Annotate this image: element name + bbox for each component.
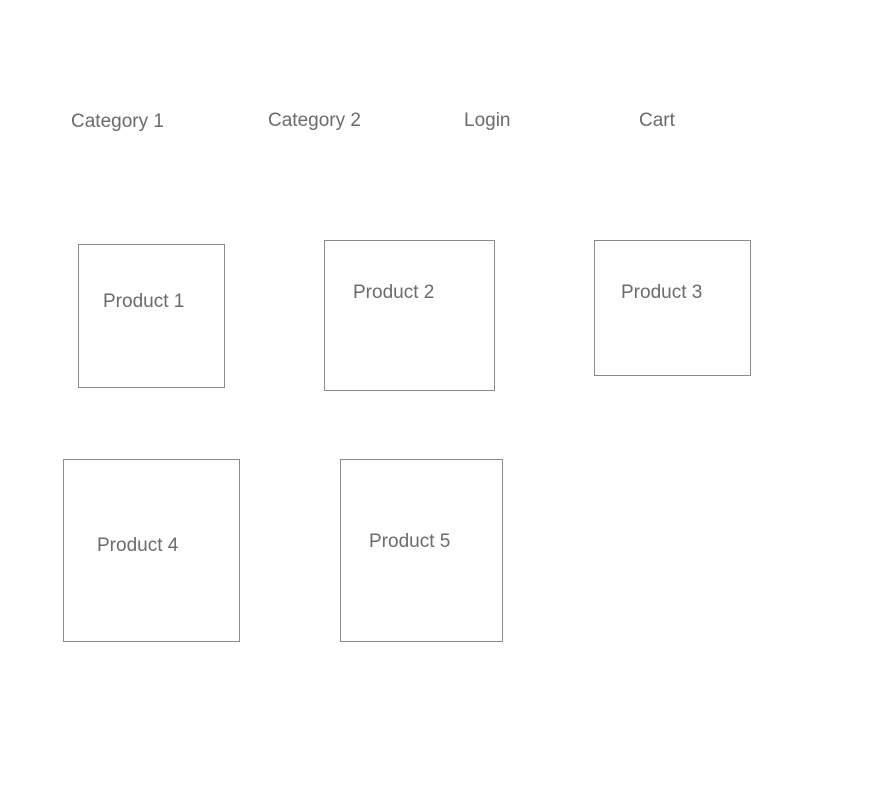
product-card-5[interactable]: Product 5: [340, 459, 503, 642]
product-card-label: Product 4: [97, 535, 179, 556]
product-card-label: Product 2: [353, 282, 435, 303]
product-card-3[interactable]: Product 3: [594, 240, 751, 376]
product-card-2[interactable]: Product 2: [324, 240, 495, 391]
product-card-label: Product 3: [621, 282, 703, 303]
nav-link-category-1[interactable]: Category 1: [71, 111, 164, 133]
product-card-label: Product 5: [369, 531, 451, 552]
nav-link-cart[interactable]: Cart: [639, 110, 675, 132]
product-card-label: Product 1: [103, 291, 185, 312]
product-card-1[interactable]: Product 1: [78, 244, 225, 388]
nav-link-login[interactable]: Login: [464, 110, 511, 132]
product-card-4[interactable]: Product 4: [63, 459, 240, 642]
nav-link-category-2[interactable]: Category 2: [268, 110, 361, 132]
